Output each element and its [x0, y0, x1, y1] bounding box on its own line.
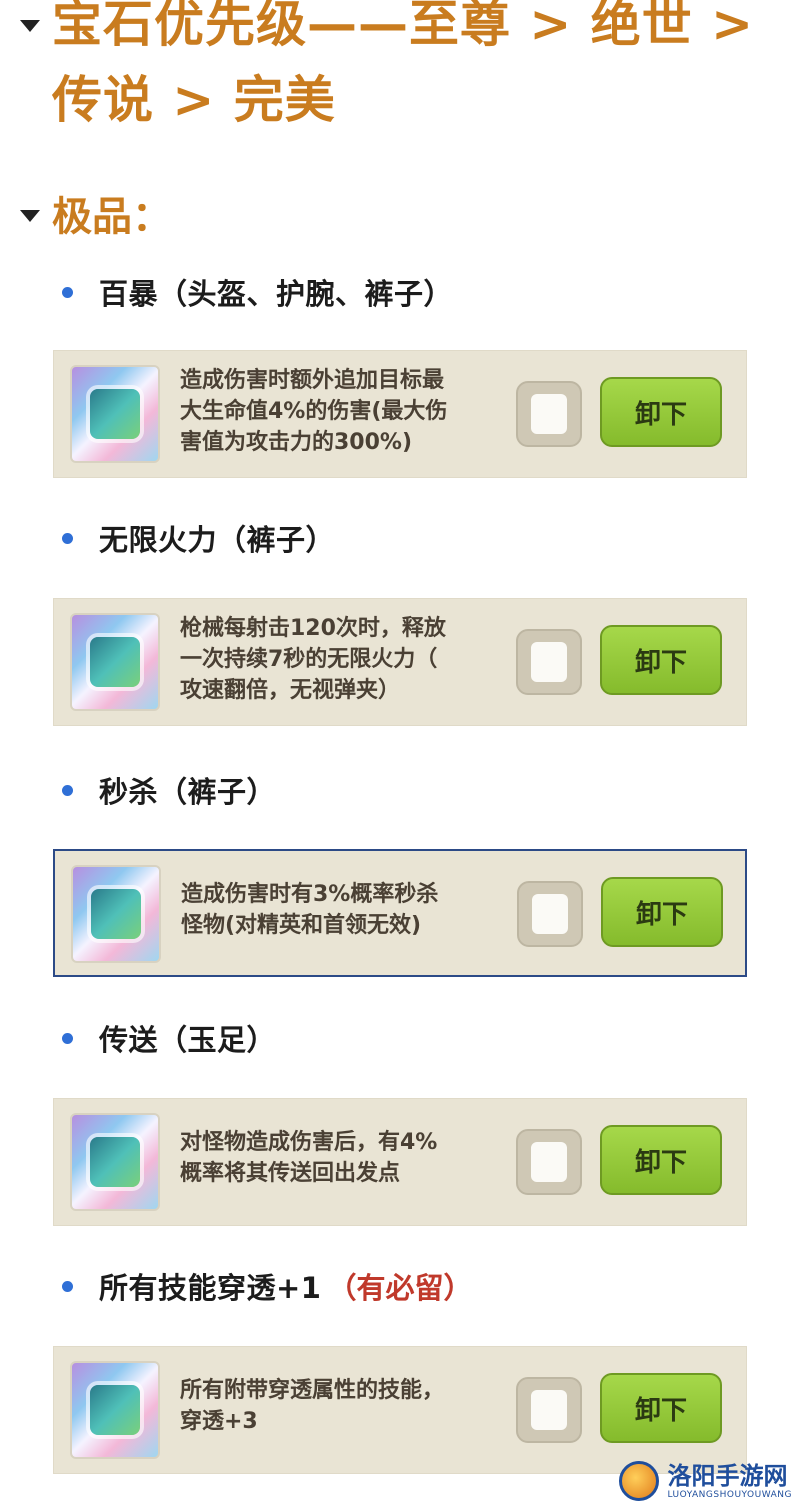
- section-heading: 极品：: [52, 194, 172, 240]
- gem-icon: [70, 613, 160, 711]
- bullet-icon: [62, 286, 73, 298]
- bullet-icon: [62, 532, 73, 544]
- gem-card: 所有附带穿透属性的技能， 穿透+3 卸下: [53, 1346, 747, 1474]
- gem-card: 造成伤害时有3%概率秒杀 怪物(对精英和首领无效) 卸下: [53, 849, 747, 977]
- page-title-line-1: 宝石优先级——至尊 > 绝世 >: [52, 0, 755, 53]
- item-label: 秒杀（裤子）: [99, 775, 277, 809]
- gem-card: 造成伤害时额外追加目标最 大生命值4%的伤害(最大伤 害值为攻击力的300%) …: [53, 350, 747, 478]
- gem-icon: [71, 865, 161, 963]
- item-label: 传送（玉足）: [99, 1023, 277, 1057]
- gem-description: 枪械每射击120次时，释放 一次持续7秒的无限火力（ 攻速翻倍，无视弹夹）: [180, 616, 446, 703]
- lock-icon: [531, 642, 567, 682]
- bullet-icon: [62, 1280, 73, 1292]
- unload-button[interactable]: 卸下: [600, 625, 722, 695]
- item-label: 所有技能穿透+1: [99, 1271, 322, 1305]
- watermark-subtitle: LUOYANGSHOUYOUWANG: [667, 1490, 792, 1500]
- list-item-label: 所有技能穿透+1 （有必留）: [62, 1264, 473, 1308]
- item-label: 无限火力（裤子）: [99, 523, 336, 557]
- bullet-icon: [62, 1032, 73, 1044]
- item-label-note: （有必留）: [327, 1271, 473, 1305]
- unload-button[interactable]: 卸下: [601, 877, 723, 947]
- lock-button[interactable]: [516, 1377, 582, 1443]
- lock-icon: [531, 1390, 567, 1430]
- site-logo-icon: [619, 1461, 660, 1501]
- gem-description: 造成伤害时有3%概率秒杀 怪物(对精英和首领无效): [181, 882, 439, 938]
- list-item-label: 百暴（头盔、护腕、裤子）: [62, 270, 453, 314]
- watermark-title: 洛阳手游网: [667, 1462, 788, 1490]
- lock-icon: [532, 894, 568, 934]
- unload-button[interactable]: 卸下: [600, 1125, 722, 1195]
- gem-icon: [70, 365, 160, 463]
- gem-description: 对怪物造成伤害后，有4% 概率将其传送回出发点: [180, 1130, 438, 1186]
- lock-button[interactable]: [516, 629, 582, 695]
- title-collapse-icon[interactable]: [20, 20, 40, 32]
- gem-description: 所有附带穿透属性的技能， 穿透+3: [180, 1378, 445, 1434]
- lock-icon: [531, 1142, 567, 1182]
- list-item-label: 秒杀（裤子）: [62, 768, 276, 812]
- gem-card: 枪械每射击120次时，释放 一次持续7秒的无限火力（ 攻速翻倍，无视弹夹） 卸下: [53, 598, 747, 726]
- lock-button[interactable]: [517, 881, 583, 947]
- unload-button[interactable]: 卸下: [600, 1373, 722, 1443]
- list-item-label: 无限火力（裤子）: [62, 516, 335, 560]
- list-item-label: 传送（玉足）: [62, 1016, 276, 1060]
- lock-icon: [531, 394, 567, 434]
- gem-card: 对怪物造成伤害后，有4% 概率将其传送回出发点 卸下: [53, 1098, 747, 1226]
- gem-icon: [70, 1361, 160, 1459]
- unload-button[interactable]: 卸下: [600, 377, 722, 447]
- gem-icon: [70, 1113, 160, 1211]
- page-title-line-2: 传说 > 完美: [52, 71, 336, 129]
- lock-button[interactable]: [516, 381, 582, 447]
- lock-button[interactable]: [516, 1129, 582, 1195]
- site-watermark: 洛阳手游网 LUOYANGSHOUYOUWANG: [619, 1461, 792, 1501]
- item-label: 百暴（头盔、护腕、裤子）: [99, 277, 454, 311]
- gem-description: 造成伤害时额外追加目标最 大生命值4%的伤害(最大伤 害值为攻击力的300%): [180, 368, 448, 455]
- section-collapse-icon[interactable]: [20, 210, 40, 222]
- bullet-icon: [62, 784, 73, 796]
